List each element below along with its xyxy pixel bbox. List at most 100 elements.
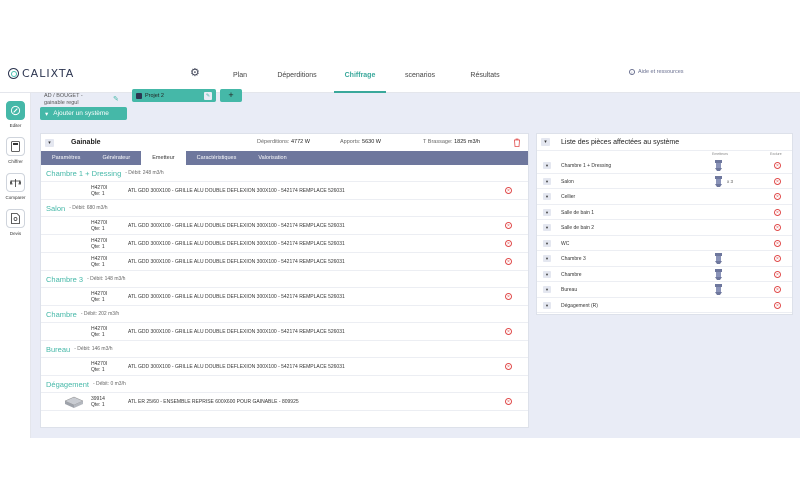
room-assignment-row: ▾ WC × (537, 236, 792, 251)
exclude-icon[interactable]: × (774, 193, 781, 200)
room-assignment-name: Chambre 3 (561, 256, 586, 262)
product-description: ATL GDD 300X100 - GRILLE ALU DOUBLE DEFL… (128, 188, 345, 194)
deperditions-value: 4772 W (290, 139, 310, 145)
project-tab-label: Projet 2 (145, 92, 164, 99)
remove-icon[interactable]: × (505, 222, 512, 229)
tab-chiffrage[interactable]: Chiffrage (334, 55, 386, 93)
collapse-rooms-button[interactable]: ▾ (541, 138, 550, 146)
trash-icon[interactable] (513, 138, 521, 147)
rooms-column-headers: Emetteurs Exclure (537, 151, 792, 158)
brassage-stat: T Brassage: 1825 m3/h (423, 139, 480, 145)
remove-icon[interactable]: × (505, 398, 512, 405)
tab-emetteur[interactable]: Emetteur (141, 151, 186, 165)
chevron-down-icon[interactable]: ▾ (543, 255, 551, 262)
remove-icon[interactable]: × (505, 293, 512, 300)
product-row: 39914 Qte: 1 ATL ER 25/60 - ENSEMBLE REPRI… (41, 393, 528, 411)
product-image (63, 395, 85, 410)
room-section: Salon - Débit: 680 m3/h H4270I Qte: 1 ATL GD… (41, 200, 528, 271)
product-description: ATL ER 25/60 - ENSEMBLE REPRISE 600X600 … (128, 399, 299, 405)
exclude-icon[interactable]: × (774, 177, 781, 185)
exclude-icon[interactable]: × (774, 301, 781, 309)
add-project-button[interactable]: + (220, 89, 242, 102)
emitter-icon (714, 175, 723, 187)
collapse-system-button[interactable]: ▾ (45, 138, 54, 147)
chevron-down-icon: ▾ (45, 110, 49, 118)
exclude-icon[interactable]: × (774, 208, 781, 216)
chevron-down-icon[interactable]: ▾ (543, 286, 551, 293)
chevron-down-icon[interactable]: ▾ (543, 162, 551, 169)
product-qty: Qte: 1 (91, 332, 105, 338)
product-description: ATL GDD 300X100 - GRILLE ALU DOUBLE DEFL… (128, 294, 345, 300)
product-ref-block: 39914 Qte: 1 (91, 396, 105, 408)
tab-caracteristiques[interactable]: Caractéristiques (186, 151, 248, 165)
edit-project-icon[interactable]: ✎ (204, 91, 212, 100)
brassage-value: 1825 m3/h (454, 139, 481, 145)
product-row: H4270I Qte: 1 ATL GDD 300X100 - GRILLE ALU… (41, 253, 528, 271)
tab-parametres[interactable]: Paramètres (41, 151, 91, 165)
tab-generateur[interactable]: Générateur (91, 151, 141, 165)
remove-icon[interactable]: × (505, 240, 512, 247)
room-assignment-name: WC (561, 240, 570, 247)
room-name: Chambre 1 + Dressing (46, 168, 122, 178)
room-debit: - Débit: 146 m3/h (74, 346, 113, 352)
add-system-label: Ajouter un système (53, 110, 109, 117)
tab-scenarios[interactable]: scenarios (386, 55, 454, 93)
exclude-icon[interactable]: × (774, 255, 781, 262)
chevron-down-icon[interactable]: ▾ (543, 239, 551, 247)
exclude-icon[interactable]: × (774, 162, 781, 169)
exclude-icon[interactable]: × (774, 224, 781, 231)
chevron-down-icon[interactable]: ▾ (543, 193, 551, 200)
room-assignment-name: Salle de bain 1 (561, 209, 595, 216)
emitter-icon (714, 253, 723, 264)
system-panel: ▾ Gainable Déperditions: 4772 W Apports:… (40, 133, 529, 428)
product-ref-block: H4270I Qte: 1 (91, 185, 107, 197)
col-exclure: Exclure (770, 152, 782, 156)
tab-valorisation[interactable]: Valorisation (247, 151, 297, 165)
room-section: Chambre - Débit: 202 m3/h H4270I Qte: 1 ATL … (41, 306, 528, 341)
sidebar-item-devis[interactable]: Devis (0, 209, 31, 236)
rooms-assignment-list: ▾ Chambre 1 + Dressing × ▾ Salon x 3 × ▾ Cellier… (537, 158, 792, 313)
chevron-down-icon[interactable]: ▾ (543, 208, 551, 216)
document-icon (6, 209, 25, 228)
exclude-icon[interactable]: × (774, 286, 781, 293)
sidebar-item-chiffrer[interactable]: Chiffrer (0, 137, 31, 164)
info-icon: i (629, 69, 635, 75)
product-qty: Qte: 1 (91, 191, 105, 197)
gear-icon[interactable]: ⚙ (190, 66, 200, 79)
edit-name-icon[interactable]: ✎ (113, 95, 119, 103)
room-header: Chambre - Débit: 202 m3/h (41, 306, 528, 323)
product-qty: Qte: 1 (91, 367, 105, 373)
room-assignment-row: ▾ Salle de bain 2 × (537, 220, 792, 236)
sidebar-item-editer[interactable]: Editer (0, 101, 31, 128)
room-assignment-name: Salle de bain 2 (561, 225, 595, 231)
tab-projet-2[interactable]: Projet 2 ✎ (132, 89, 216, 102)
remove-icon[interactable]: × (505, 363, 512, 370)
add-system-button[interactable]: ▾ Ajouter un système (40, 107, 127, 120)
room-assignment-row: ▾ Bureau × (537, 282, 792, 298)
remove-icon[interactable]: × (505, 187, 512, 194)
tab-resultats[interactable]: Résultats (454, 55, 516, 93)
exclude-icon[interactable]: × (774, 270, 781, 278)
exclude-icon[interactable]: × (774, 239, 781, 247)
apports-stat: Apports: 5630 W (340, 139, 381, 145)
chevron-down-icon[interactable]: ▾ (543, 177, 551, 185)
room-assignment-row: ▾ Cellier × (537, 189, 792, 205)
remove-icon[interactable]: × (505, 258, 512, 265)
tab-plan[interactable]: Plan (220, 55, 260, 93)
room-section: Dégagement - Débit: 0 m3/h 39914 Qte: 1 ATL … (41, 376, 528, 411)
tab-deperditions[interactable]: Déperditions (260, 55, 334, 93)
rooms-panel-title: Liste des pièces affectées au système (561, 138, 680, 146)
system-header: ▾ Gainable Déperditions: 4772 W Apports:… (41, 134, 528, 151)
help-link[interactable]: i Aide et ressources (629, 69, 684, 75)
sidebar-item-comparer[interactable]: Comparer (0, 173, 31, 200)
product-description: ATL GDD 300X100 - GRILLE ALU DOUBLE DEFL… (128, 259, 345, 265)
remove-icon[interactable]: × (505, 328, 512, 335)
chevron-down-icon[interactable]: ▾ (543, 301, 551, 309)
system-subtabs: Paramètres Générateur Emetteur Caractéri… (41, 151, 528, 165)
product-description: ATL GDD 300X100 - GRILLE ALU DOUBLE DEFL… (128, 329, 345, 335)
chevron-down-icon[interactable]: ▾ (543, 270, 551, 278)
logo[interactable]: CALIXTA (8, 67, 74, 80)
chevron-down-icon[interactable]: ▾ (543, 224, 551, 231)
room-name: Bureau (46, 344, 71, 354)
room-header: Chambre 3- Débit: 148 m3/h (41, 271, 528, 288)
